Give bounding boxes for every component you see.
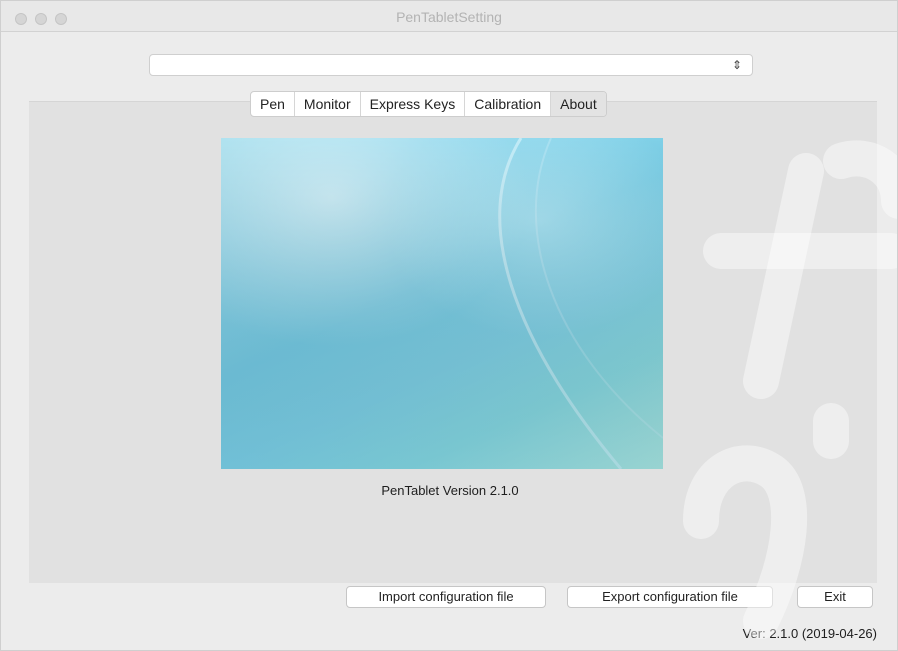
pentablet-setting-window: PenTabletSetting ⇕ Pen Monitor Express K… bbox=[0, 0, 898, 651]
import-configuration-button[interactable]: Import configuration file bbox=[346, 586, 546, 608]
tab-pen[interactable]: Pen bbox=[251, 92, 295, 116]
export-configuration-button[interactable]: Export configuration file bbox=[567, 586, 773, 608]
tab-about[interactable]: About bbox=[551, 92, 606, 116]
tab-express-keys[interactable]: Express Keys bbox=[361, 92, 466, 116]
footer-version: Ver: 2.1.0 (2019-04-26) bbox=[742, 626, 877, 641]
up-down-arrows-icon: ⇕ bbox=[731, 58, 742, 72]
tab-monitor[interactable]: Monitor bbox=[295, 92, 361, 116]
about-image bbox=[221, 138, 663, 469]
tab-calibration[interactable]: Calibration bbox=[465, 92, 552, 116]
device-select[interactable]: ⇕ bbox=[149, 54, 753, 76]
tab-bar: Pen Monitor Express Keys Calibration Abo… bbox=[250, 91, 607, 117]
about-version-label: PenTablet Version 2.1.0 bbox=[381, 483, 519, 498]
exit-button[interactable]: Exit bbox=[797, 586, 873, 608]
title-bar[interactable]: PenTabletSetting bbox=[1, 1, 897, 32]
window-title: PenTabletSetting bbox=[396, 9, 502, 25]
